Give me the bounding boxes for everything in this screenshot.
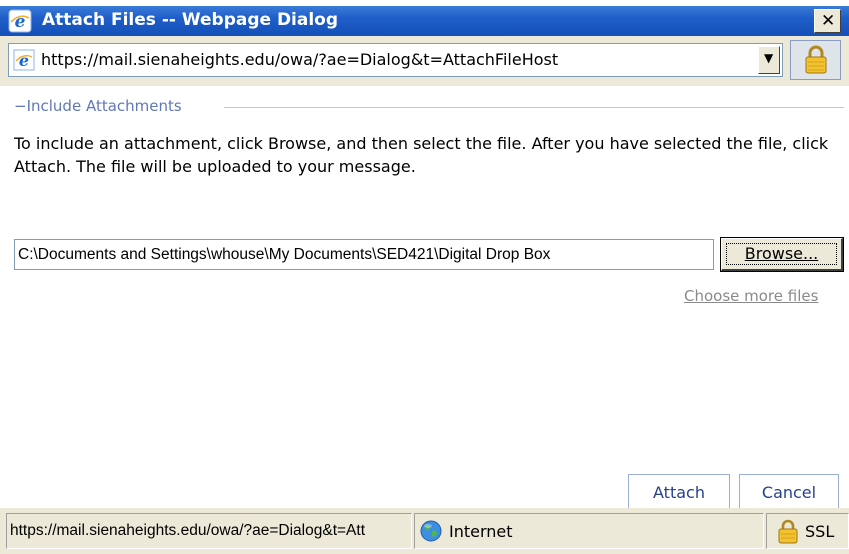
url-field[interactable]: e https://mail.sienaheights.edu/owa/?ae=…: [8, 43, 783, 77]
padlock-icon: [804, 45, 828, 79]
close-icon: ✕: [821, 11, 836, 31]
choose-more-files-link[interactable]: Choose more files: [684, 287, 818, 305]
security-label: SSL: [805, 522, 835, 541]
zone-label: Internet: [449, 522, 513, 541]
url-text: https://mail.sienaheights.edu/owa/?ae=Di…: [41, 50, 559, 69]
status-bar: https://mail.sienaheights.edu/owa/?ae=Di…: [0, 508, 849, 554]
status-url-pane: https://mail.sienaheights.edu/owa/?ae=Di…: [6, 513, 412, 549]
status-security-pane[interactable]: SSL: [766, 513, 849, 549]
ie-page-icon: e: [13, 49, 35, 71]
globe-icon: [419, 519, 443, 543]
section-legend: −Include Attachments: [14, 97, 182, 115]
legend-divider: [224, 107, 844, 108]
status-url-text: https://mail.sienaheights.edu/owa/?ae=Di…: [10, 522, 366, 539]
url-dropdown-button[interactable]: ▼: [758, 46, 780, 74]
ie-logo-icon: e: [8, 9, 32, 33]
chevron-down-icon: ▼: [764, 51, 774, 65]
address-bar: e https://mail.sienaheights.edu/owa/?ae=…: [0, 36, 849, 86]
dialog-content: −Include Attachments To include an attac…: [0, 86, 849, 512]
cancel-button[interactable]: Cancel: [739, 474, 839, 512]
browse-button[interactable]: Browse...: [720, 237, 844, 272]
status-zone-pane[interactable]: Internet: [414, 513, 764, 549]
svg-text:e: e: [15, 12, 26, 32]
dialog-title: Attach Files -- Webpage Dialog: [42, 10, 339, 30]
attach-button[interactable]: Attach: [628, 474, 730, 512]
file-path-input[interactable]: C:\Documents and Settings\whouse\My Docu…: [14, 239, 714, 270]
svg-text:e: e: [19, 51, 29, 70]
title-bar[interactable]: e Attach Files -- Webpage Dialog ✕: [0, 6, 849, 36]
security-lock-button[interactable]: [790, 40, 841, 80]
padlock-icon: [777, 519, 799, 545]
webpage-dialog: e Attach Files -- Webpage Dialog ✕ e htt…: [0, 6, 849, 554]
instructions-text: To include an attachment, click Browse, …: [14, 134, 829, 176]
close-button[interactable]: ✕: [814, 9, 841, 33]
browse-button-label: Browse...: [744, 244, 819, 263]
section-legend-label: Include Attachments: [26, 97, 182, 115]
